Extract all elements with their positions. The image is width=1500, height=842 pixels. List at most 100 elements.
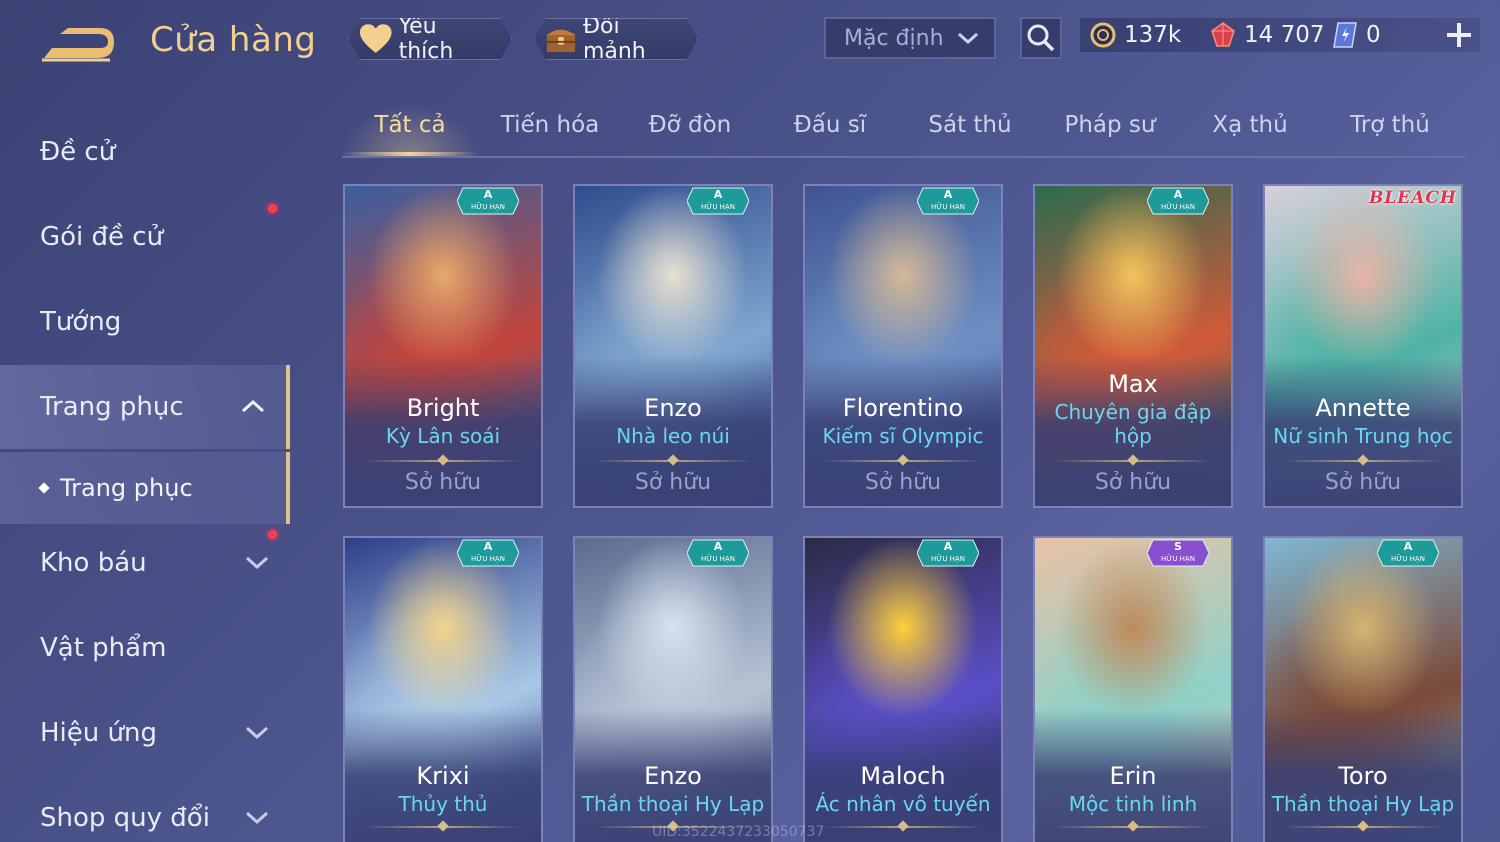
sidebar-item-items[interactable]: Vật phẩm (0, 606, 290, 690)
role-filter-tabs: Tất cả Tiến hóa Đỡ đòn Đấu sĩ Sát thủ Ph… (342, 104, 1466, 158)
tab-label: Tiến hóa (500, 112, 600, 138)
sidebar-item-heroes[interactable]: Tướng (0, 280, 290, 364)
badge-tier: A (944, 540, 953, 553)
gem-balance: 14 707 (1210, 18, 1324, 52)
sidebar-item-recommended-bundles[interactable]: Gói đề cử (0, 195, 290, 279)
skin-card[interactable]: A HỮU HẠN Toro Thần thoại Hy Lạp (1263, 536, 1463, 842)
skin-card[interactable]: A HỮU HẠN Enzo Nhà leo núi Sở hữu (573, 184, 773, 508)
limited-edition-badge-icon: AHỮU HẠN (917, 187, 979, 215)
badge-tag: HỮU HẠN (931, 202, 965, 211)
owned-status: Sở hữu (1324, 470, 1402, 495)
tab-marksman[interactable]: Xạ thủ (1182, 112, 1318, 156)
sidebar-item-recommended[interactable]: Đề cử (0, 110, 290, 194)
add-currency-button[interactable] (1444, 20, 1474, 50)
skin-card[interactable]: S HỮU HẠN Erin Mộc tinh linh (1033, 536, 1233, 842)
badge-tag: HỮU HẠN (1391, 554, 1425, 563)
sidebar-item-label: Shop quy đổi (40, 803, 210, 833)
favorite-label: Yêu thích (398, 14, 454, 64)
sidebar-item-label: Gói đề cử (40, 222, 164, 252)
badge-tier: A (1404, 540, 1413, 553)
card-divider (1283, 826, 1443, 828)
gold-coin-icon (1090, 22, 1116, 48)
owned-status: Sở hữu (864, 470, 942, 495)
tab-all[interactable]: Tất cả (342, 112, 478, 156)
badge-tier: A (944, 188, 953, 201)
sidebar-subitem-skins[interactable]: Trang phục (0, 452, 290, 524)
badge-tier: A (714, 540, 723, 553)
skin-name: Nhà leo núi (616, 424, 730, 448)
skin-card[interactable]: A HỮU HẠN Florentino Kiếm sĩ Olympic Sở hữu (803, 184, 1003, 508)
owned-status: Sở hữu (1094, 470, 1172, 495)
card-divider (1053, 826, 1213, 828)
skin-card[interactable]: A HỮU HẠN Krixi Thủy thủ (343, 536, 543, 842)
hero-name: Maloch (860, 762, 946, 790)
active-tab-underline (342, 152, 478, 156)
top-bar: Cửa hàng Yêu thích Đổi mảnh Mặc định 137… (0, 0, 1500, 80)
gem-amount: 14 707 (1244, 22, 1325, 48)
limited-edition-badge-icon: AHỮU HẠN (687, 539, 749, 567)
sidebar-subitem-label: Trang phục (60, 474, 193, 502)
chevron-down-icon (958, 32, 978, 45)
skin-card[interactable]: A HỮU HẠN Enzo Thần thoại Hy Lạp (573, 536, 773, 842)
search-icon (1027, 24, 1055, 52)
sidebar-item-treasure[interactable]: Kho báu (0, 521, 290, 605)
limited-edition-badge-icon: AHỮU HẠN (917, 539, 979, 567)
tab-label: Đấu sĩ (793, 112, 867, 138)
badge-tag: HỮU HẠN (701, 202, 735, 211)
bleach-collab-logo: BLEACH (1368, 188, 1457, 208)
sidebar-item-effects[interactable]: Hiệu ứng (0, 691, 290, 775)
skin-name: Chuyên gia đập hộp (1054, 400, 1212, 448)
red-gem-icon (1211, 22, 1235, 47)
skin-card[interactable]: A HỮU HẠN Max Chuyên gia đập hộp Sở hữu (1033, 184, 1233, 508)
exchange-shards-button[interactable]: Đổi mảnh (534, 18, 698, 60)
gold-balance: 137k (1090, 18, 1181, 52)
sort-dropdown[interactable]: Mặc định (824, 17, 996, 59)
voucher-icon (1333, 22, 1357, 48)
voucher-balance: 0 (1332, 18, 1381, 52)
skin-name: Mộc tinh linh (1068, 792, 1198, 816)
skin-name: Thần thoại Hy Lạp (1271, 792, 1455, 816)
tab-mage[interactable]: Pháp sư (1042, 112, 1178, 156)
badge-tag: HỮU HẠN (471, 202, 505, 211)
skin-name: Nữ sinh Trung học (1273, 424, 1453, 448)
hero-name: Krixi (416, 762, 470, 790)
exchange-label: Đổi mảnh (582, 14, 646, 64)
back-arrow-icon[interactable] (38, 22, 118, 66)
gold-amount: 137k (1124, 22, 1182, 48)
tab-label: Tất cả (374, 112, 446, 138)
card-divider (363, 460, 523, 462)
chevron-up-icon (241, 399, 265, 413)
tab-support[interactable]: Trợ thủ (1322, 112, 1458, 156)
skin-card[interactable]: BLEACH Annette Nữ sinh Trung học Sở hữu (1263, 184, 1463, 508)
tab-assassin[interactable]: Sát thủ (902, 112, 1038, 156)
chevron-down-icon (245, 556, 269, 570)
sidebar-item-skins[interactable]: Trang phục (0, 365, 290, 449)
card-divider (823, 460, 983, 462)
sort-value: Mặc định (844, 25, 944, 51)
tab-tank[interactable]: Đỡ đòn (622, 112, 758, 156)
voucher-amount: 0 (1366, 22, 1381, 48)
favorite-button[interactable]: Yêu thích (348, 18, 512, 60)
chevron-down-icon (245, 726, 269, 740)
hero-name: Erin (1109, 762, 1157, 790)
badge-tier: A (484, 540, 493, 553)
skin-name: Thủy thủ (398, 792, 488, 816)
badge-tag: HỮU HẠN (1161, 554, 1195, 563)
uid-watermark: UID:3522437233050737 (652, 824, 825, 840)
sidebar-item-exchange-shop[interactable]: Shop quy đổi (0, 776, 290, 842)
skin-card[interactable]: A HỮU HẠN Maloch Ác nhân vô tuyến (803, 536, 1003, 842)
card-divider (363, 826, 523, 828)
treasure-chest-icon (545, 23, 577, 55)
skin-name: Thần thoại Hy Lạp (581, 792, 765, 816)
diamond-bullet-icon (38, 482, 50, 494)
limited-edition-badge-icon: AHỮU HẠN (1147, 187, 1209, 215)
hero-name: Bright (406, 394, 480, 422)
badge-tag: HỮU HẠN (931, 554, 965, 563)
tab-fighter[interactable]: Đấu sĩ (762, 112, 898, 156)
sidebar-item-label: Tướng (40, 307, 122, 337)
skin-card[interactable]: A HỮU HẠN Bright Kỳ Lân soái Sở hữu (343, 184, 543, 508)
search-button[interactable] (1020, 17, 1062, 59)
tab-evolution[interactable]: Tiến hóa (482, 112, 618, 156)
hero-name: Max (1108, 370, 1158, 398)
limited-edition-badge-icon: AHỮU HẠN (687, 187, 749, 215)
